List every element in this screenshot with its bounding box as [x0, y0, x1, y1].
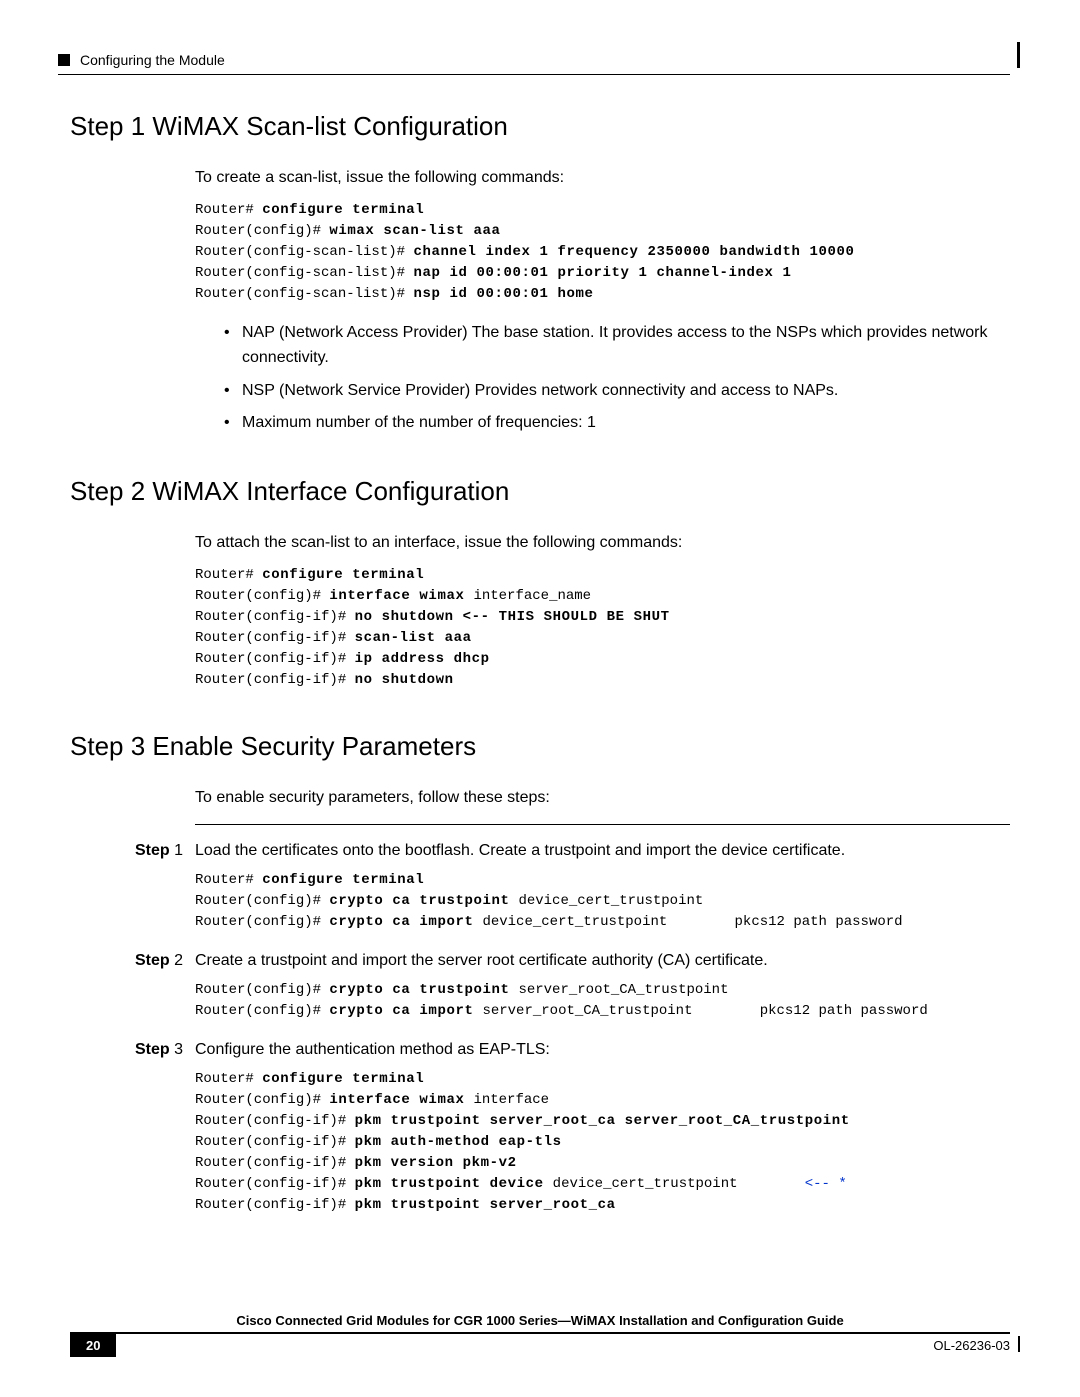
step3-sub2: Step 2 Create a trustpoint and import th…	[135, 949, 1010, 974]
step3-sub2-code: Router(config)# crypto ca trustpoint ser…	[195, 980, 1010, 1022]
step1-note-3: •Maximum number of the number of frequen…	[224, 411, 1010, 436]
step3-rule	[195, 824, 1010, 825]
step1-note-2: •NSP (Network Service Provider) Provides…	[224, 379, 1010, 404]
step2-code: Router# configure terminal Router(config…	[195, 565, 1010, 691]
step3-sub3-code: Router# configure terminal Router(config…	[195, 1069, 1010, 1216]
step1-heading: Step 1 WiMAX Scan-list Configuration	[70, 111, 1010, 142]
footer-guide-title: Cisco Connected Grid Modules for CGR 100…	[70, 1313, 1010, 1328]
change-bar-icon	[1017, 42, 1020, 68]
step3-heading: Step 3 Enable Security Parameters	[70, 731, 1010, 762]
page-footer: Cisco Connected Grid Modules for CGR 100…	[0, 1313, 1080, 1357]
step1-intro: To create a scan-list, issue the followi…	[195, 166, 1010, 190]
step1-note-1: •NAP (Network Access Provider) The base …	[224, 321, 1010, 371]
step2-intro: To attach the scan-list to an interface,…	[195, 531, 1010, 555]
header-bullet-icon	[58, 54, 70, 66]
step3-sub1: Step 1 Load the certificates onto the bo…	[135, 839, 1010, 864]
header-section-title: Configuring the Module	[80, 52, 225, 68]
step3-intro: To enable security parameters, follow th…	[195, 786, 1010, 810]
doc-id: OL-26236-03	[933, 1338, 1010, 1353]
step1-code: Router# configure terminal Router(config…	[195, 200, 1010, 305]
page-number: 20	[70, 1334, 116, 1357]
step2-heading: Step 2 WiMAX Interface Configuration	[70, 476, 1010, 507]
page-header: Configuring the Module	[58, 52, 1010, 68]
step3-sub3: Step 3 Configure the authentication meth…	[135, 1038, 1010, 1063]
header-rule	[58, 74, 1010, 75]
step3-sub1-code: Router# configure terminal Router(config…	[195, 870, 1010, 933]
change-bar-icon	[1018, 1336, 1020, 1352]
